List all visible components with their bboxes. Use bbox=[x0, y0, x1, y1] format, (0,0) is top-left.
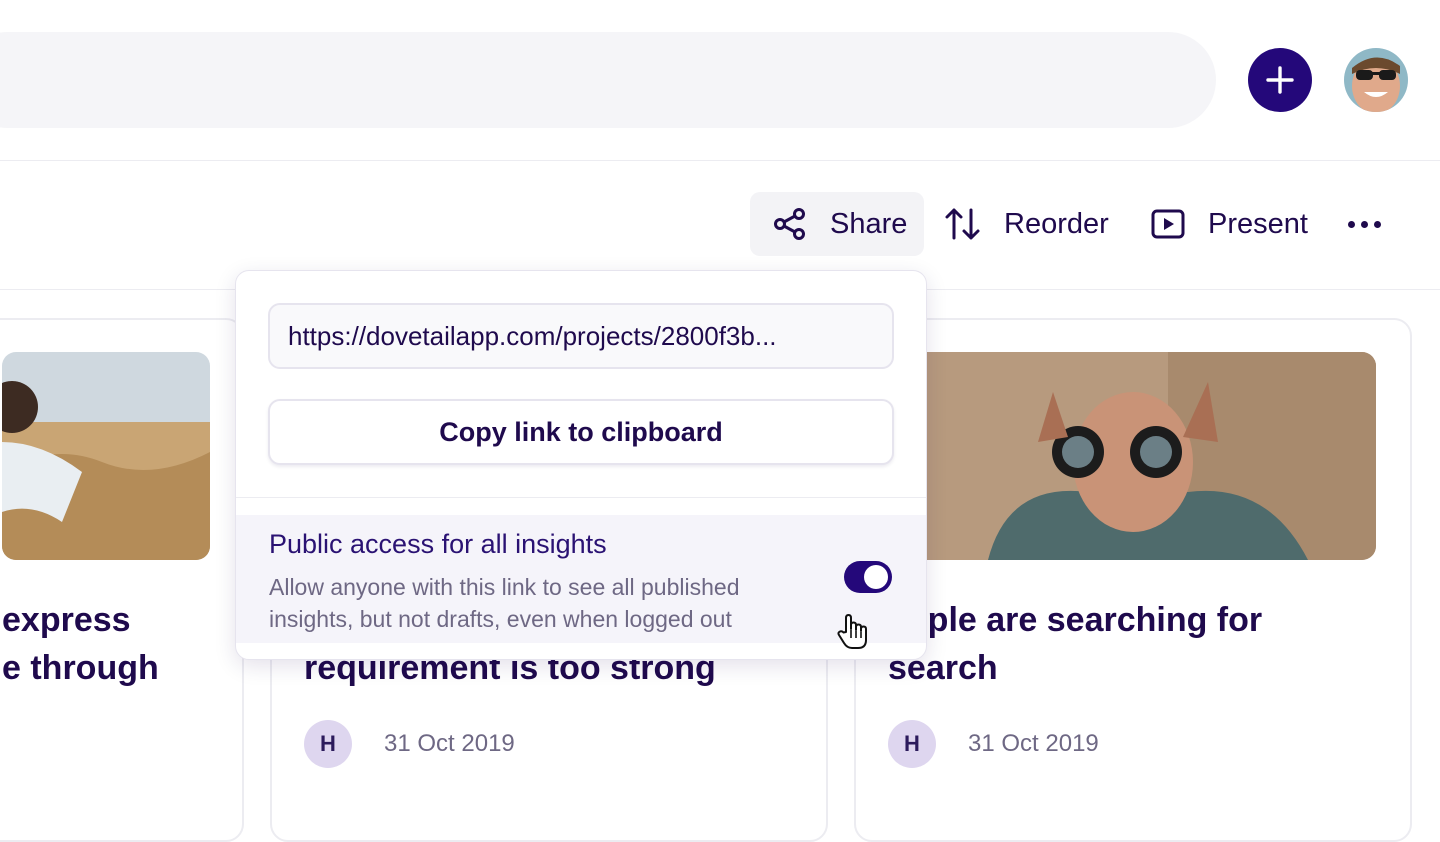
insight-card[interactable]: eople are searching for search H 31 Oct … bbox=[854, 318, 1412, 842]
add-button[interactable] bbox=[1248, 48, 1312, 112]
share-label: Share bbox=[830, 207, 908, 240]
present-icon bbox=[1151, 209, 1185, 239]
share-url-input[interactable] bbox=[268, 303, 894, 369]
public-access-toggle[interactable] bbox=[844, 561, 892, 593]
reorder-icon bbox=[945, 208, 980, 240]
insight-card[interactable]: express e through bbox=[0, 318, 244, 842]
top-bar bbox=[0, 0, 1440, 161]
card-meta: H 31 Oct 2019 bbox=[304, 720, 515, 768]
share-button[interactable]: Share bbox=[750, 192, 924, 256]
present-button[interactable]: Present bbox=[1150, 192, 1308, 256]
search-bar[interactable] bbox=[0, 32, 1216, 128]
reorder-label: Reorder bbox=[1004, 207, 1109, 240]
reorder-button[interactable]: Reorder bbox=[944, 192, 1109, 256]
card-image bbox=[888, 352, 1376, 560]
card-date: 31 Oct 2019 bbox=[968, 730, 1099, 757]
avatar[interactable] bbox=[1344, 48, 1408, 112]
card-title: express e through bbox=[2, 601, 159, 687]
share-popover: Copy link to clipboard Public access for… bbox=[235, 270, 927, 660]
toggle-knob bbox=[864, 565, 888, 589]
public-access-title: Public access for all insights bbox=[269, 529, 607, 559]
hand-cursor-icon bbox=[837, 614, 867, 649]
user-avatar-photo bbox=[1344, 48, 1408, 112]
author-avatar: H bbox=[304, 720, 352, 768]
more-horizontal-icon bbox=[1361, 220, 1368, 228]
more-horizontal-icon bbox=[1374, 220, 1381, 228]
copy-link-button[interactable]: Copy link to clipboard bbox=[268, 399, 894, 465]
public-access-row: Public access for all insights Allow any… bbox=[236, 515, 926, 643]
author-avatar: H bbox=[888, 720, 936, 768]
share-icon bbox=[774, 208, 805, 240]
card-date: 31 Oct 2019 bbox=[384, 730, 515, 757]
more-horizontal-icon bbox=[1348, 220, 1355, 228]
public-access-description: Allow anyone with this link to see all p… bbox=[269, 574, 740, 632]
card-image bbox=[2, 352, 210, 560]
more-button[interactable] bbox=[1348, 192, 1381, 256]
card-meta: H 31 Oct 2019 bbox=[888, 720, 1099, 768]
present-label: Present bbox=[1208, 207, 1308, 240]
divider bbox=[236, 497, 926, 498]
card-title: eople are searching for search bbox=[888, 601, 1263, 687]
plus-icon bbox=[1266, 66, 1294, 94]
